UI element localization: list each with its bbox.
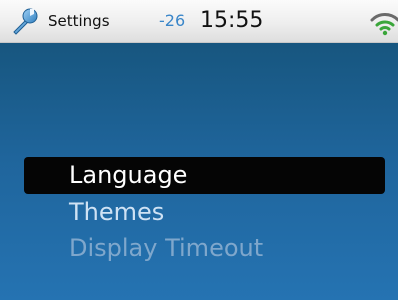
- device-screen: Settings -26 15:55 Language Themes Displ…: [0, 0, 398, 300]
- wifi-icon: [370, 13, 398, 36]
- menu-item-display-timeout[interactable]: Display Timeout: [0, 230, 398, 266]
- settings-menu: Language Themes Display Timeout: [0, 157, 398, 266]
- wrench-icon: [13, 8, 38, 35]
- menu-item-label: Themes: [69, 198, 165, 226]
- menu-item-label: Language: [69, 161, 188, 189]
- signal-level: -26: [159, 11, 186, 30]
- menu-item-themes[interactable]: Themes: [0, 194, 398, 230]
- clock: 15:55: [200, 8, 264, 33]
- settings-panel: Language Themes Display Timeout: [0, 43, 398, 300]
- menu-item-label: Display Timeout: [69, 234, 264, 262]
- app-title: Settings: [48, 12, 110, 30]
- status-bar: Settings -26 15:55: [0, 0, 398, 43]
- menu-item-language[interactable]: Language: [24, 157, 385, 194]
